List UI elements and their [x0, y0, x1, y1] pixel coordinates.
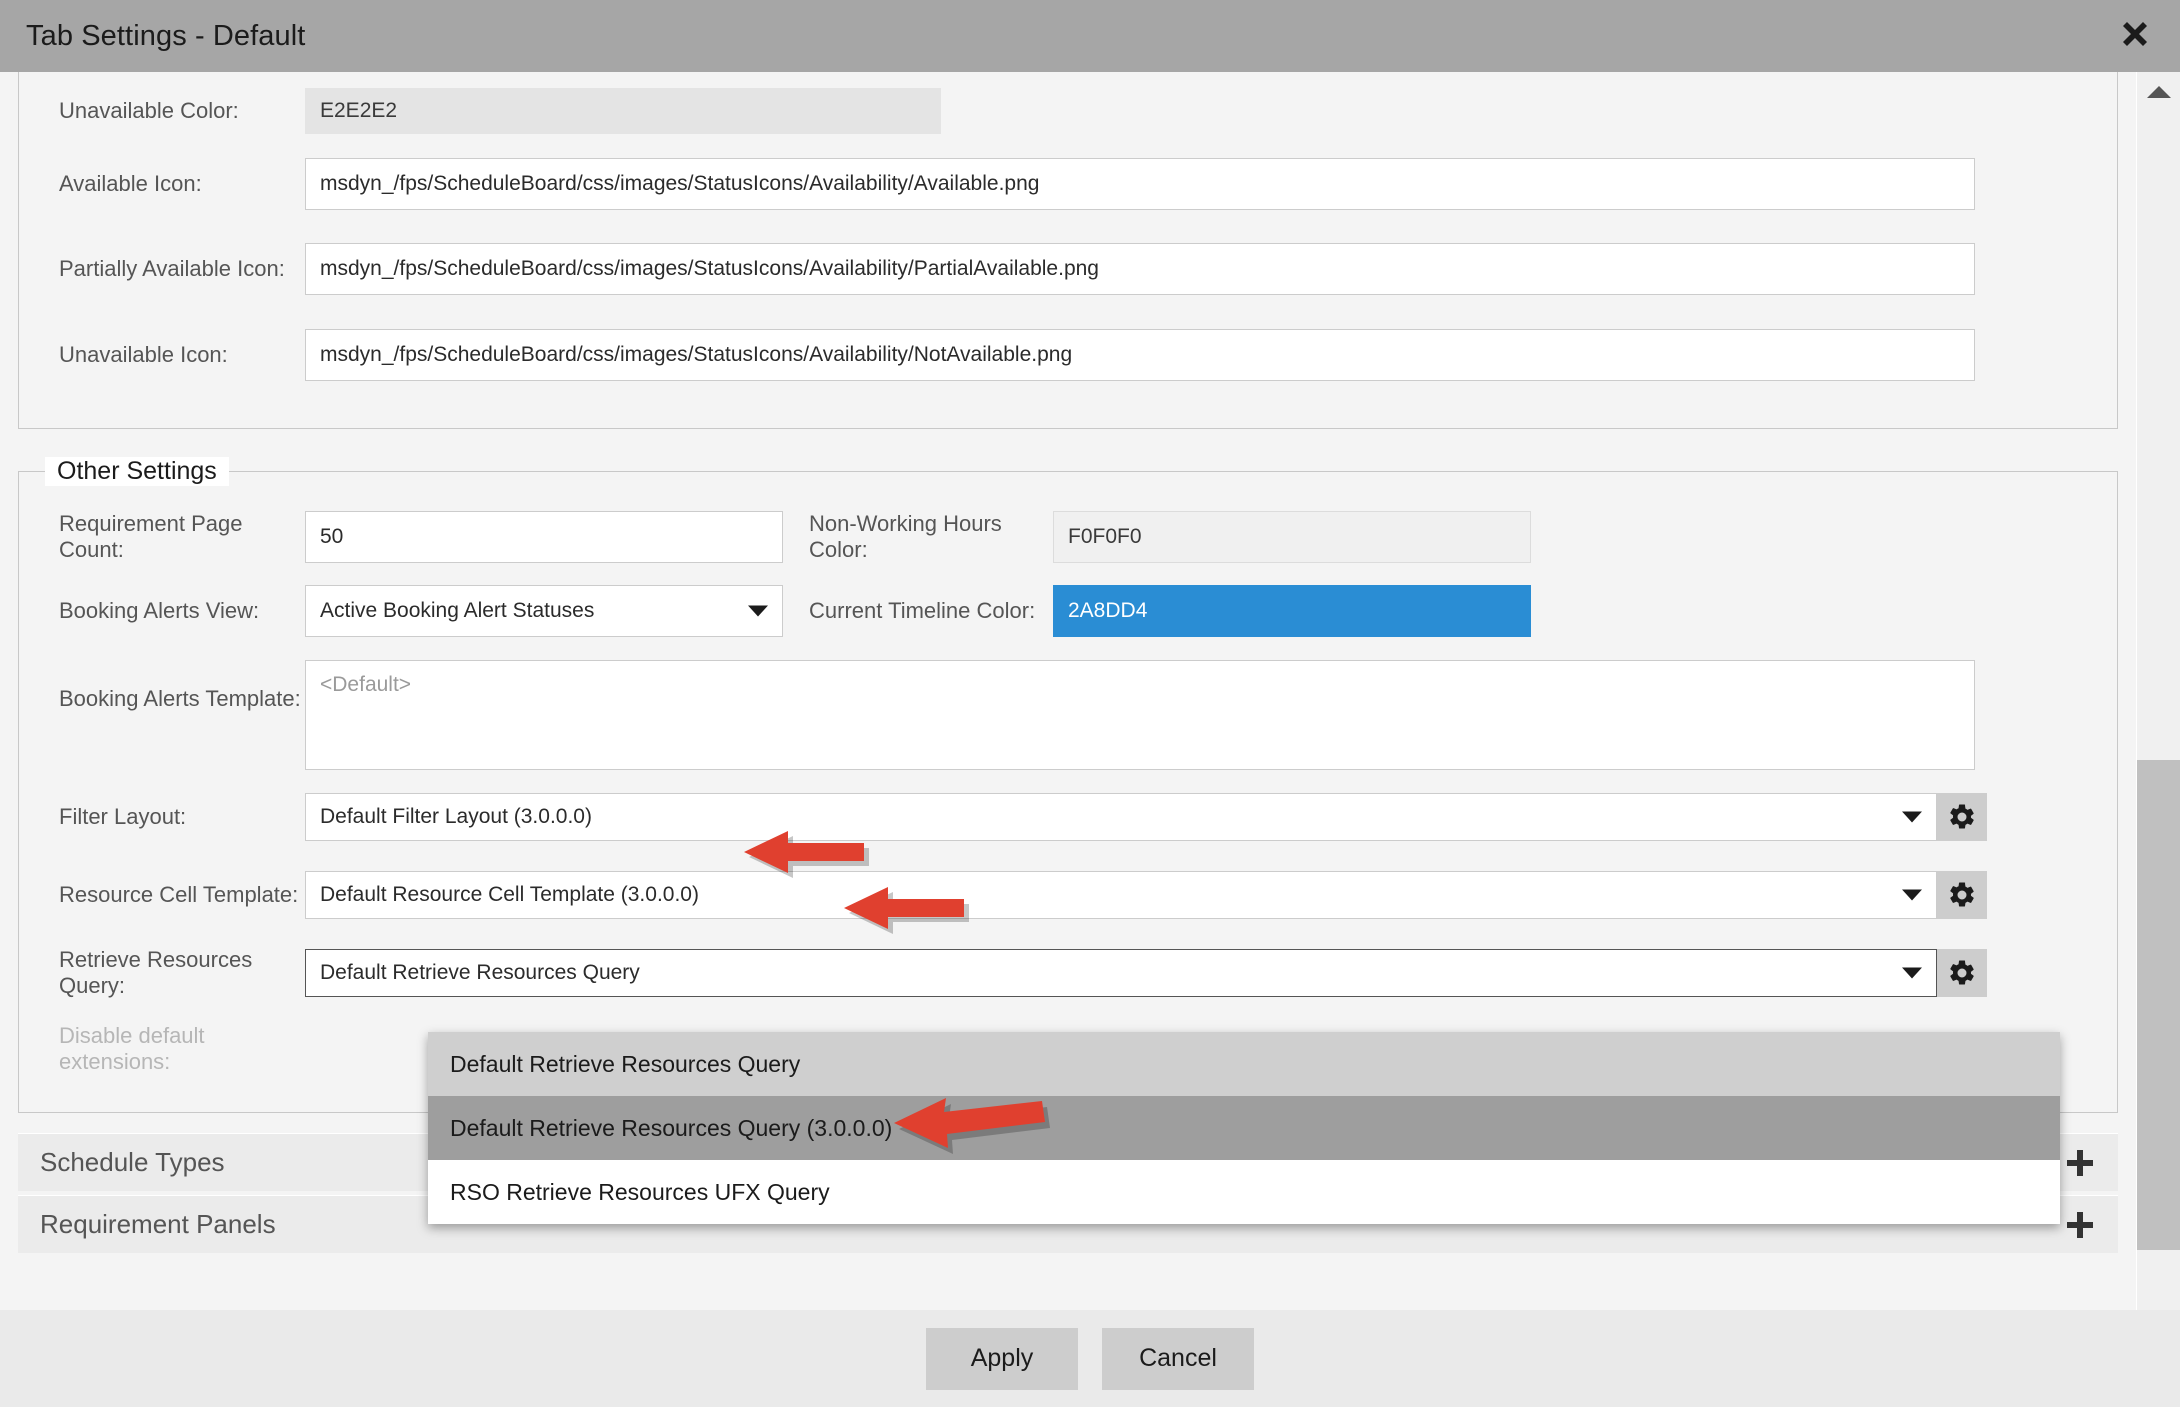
dropdown-option[interactable]: RSO Retrieve Resources UFX Query	[428, 1160, 2060, 1224]
gear-icon	[1950, 960, 1974, 985]
retrieve-resources-query-dropdown[interactable]: Default Retrieve Resources Query Default…	[428, 1032, 2060, 1224]
filter-layout-value: Default Filter Layout (3.0.0.0)	[320, 805, 592, 828]
booking-alerts-view-select[interactable]: Active Booking Alert Statuses	[305, 585, 783, 637]
available-icon-label: Available Icon:	[59, 171, 202, 196]
resource-cell-template-select[interactable]: Default Resource Cell Template (3.0.0.0)	[305, 871, 1937, 919]
available-icon-input[interactable]: msdyn_/fps/ScheduleBoard/css/images/Stat…	[305, 158, 1975, 210]
field-row-unavailable-icon: Unavailable Icon: msdyn_/fps/ScheduleBoa…	[19, 312, 2117, 398]
requirement-page-count-label: Requirement Page Count:	[59, 511, 243, 562]
field-row-partially-available-icon: Partially Available Icon: msdyn_/fps/Sch…	[19, 226, 2117, 312]
chevron-down-icon	[1902, 811, 1922, 823]
caret-up-icon	[2147, 86, 2171, 98]
retrieve-resources-query-select[interactable]: Default Retrieve Resources Query	[305, 949, 1937, 997]
booking-alerts-template-textarea[interactable]: <Default>	[305, 660, 1975, 770]
resource-cell-template-label: Resource Cell Template:	[59, 882, 299, 907]
resource-cell-template-settings-button[interactable]	[1937, 871, 1987, 919]
scrollbar-thumb[interactable]	[2137, 760, 2180, 1250]
booking-alerts-view-value: Active Booking Alert Statuses	[320, 599, 595, 622]
vertical-scrollbar[interactable]	[2136, 72, 2180, 1338]
unavailable-icon-input[interactable]: msdyn_/fps/ScheduleBoard/css/images/Stat…	[305, 329, 1975, 381]
partially-available-icon-input[interactable]: msdyn_/fps/ScheduleBoard/css/images/Stat…	[305, 243, 1975, 295]
title-bar: Tab Settings - Default	[0, 0, 2180, 72]
non-working-hours-color-label: Non-Working Hours Color:	[809, 511, 1002, 562]
field-row-filter-layout: Filter Layout: Default Filter Layout (3.…	[19, 778, 2117, 856]
retrieve-resources-query-settings-button[interactable]	[1937, 949, 1987, 997]
field-row-booking-alerts-view: Booking Alerts View: Active Booking Aler…	[19, 574, 2117, 648]
unavailable-color-label: Unavailable Color:	[59, 98, 239, 123]
field-row-requirement-page-count: Requirement Page Count: 50 Non-Working H…	[19, 500, 2117, 574]
non-working-hours-color-input[interactable]: F0F0F0	[1053, 511, 1531, 563]
close-icon[interactable]	[2116, 17, 2154, 55]
booking-alerts-view-label: Booking Alerts View:	[59, 598, 260, 623]
field-row-available-icon: Available Icon: msdyn_/fps/ScheduleBoard…	[19, 142, 2117, 226]
filter-layout-label: Filter Layout:	[59, 804, 187, 829]
availability-section: Unavailable Color: E2E2E2 Available Icon…	[18, 72, 2118, 429]
current-timeline-color-input[interactable]: 2A8DD4	[1053, 585, 1531, 637]
dialog-footer: Apply Cancel	[0, 1310, 2180, 1407]
cancel-button[interactable]: Cancel	[1102, 1327, 1254, 1390]
other-settings-section: Other Settings Requirement Page Count: 5…	[18, 457, 2118, 1113]
field-row-unavailable-color: Unavailable Color: E2E2E2	[19, 80, 2117, 142]
chevron-down-icon	[1902, 889, 1922, 901]
dropdown-option[interactable]: Default Retrieve Resources Query	[428, 1032, 2060, 1096]
dropdown-option[interactable]: Default Retrieve Resources Query (3.0.0.…	[428, 1096, 2060, 1160]
retrieve-resources-query-label: Retrieve Resources Query:	[59, 947, 253, 998]
plus-icon	[2067, 1211, 2093, 1238]
scroll-up-button[interactable]	[2137, 72, 2180, 112]
chevron-down-icon	[1902, 967, 1922, 979]
unavailable-icon-label: Unavailable Icon:	[59, 342, 228, 367]
field-row-retrieve-resources-query: Retrieve Resources Query: Default Retrie…	[19, 934, 2117, 1012]
chevron-down-icon	[748, 605, 768, 617]
plus-icon	[2067, 1149, 2093, 1176]
partially-available-icon-label: Partially Available Icon:	[59, 256, 285, 281]
field-row-booking-alerts-template: Booking Alerts Template: <Default>	[19, 648, 2117, 778]
current-timeline-color-label: Current Timeline Color:	[809, 598, 1036, 623]
dialog-title: Tab Settings - Default	[26, 19, 306, 52]
gear-icon	[1950, 882, 1974, 907]
resource-cell-template-value: Default Resource Cell Template (3.0.0.0)	[320, 883, 699, 906]
requirement-panels-title: Requirement Panels	[40, 1209, 276, 1239]
tab-settings-dialog: Tab Settings - Default Unavailable Color…	[0, 0, 2180, 1407]
other-settings-legend: Other Settings	[45, 457, 229, 486]
requirement-page-count-input[interactable]: 50	[305, 511, 783, 563]
unavailable-color-input[interactable]: E2E2E2	[305, 88, 941, 134]
filter-layout-select[interactable]: Default Filter Layout (3.0.0.0)	[305, 793, 1937, 841]
field-row-resource-cell-template: Resource Cell Template: Default Resource…	[19, 856, 2117, 934]
disable-default-extensions-label: Disable default extensions:	[59, 1023, 205, 1074]
apply-button[interactable]: Apply	[926, 1327, 1078, 1390]
gear-icon	[1950, 804, 1974, 829]
filter-layout-settings-button[interactable]	[1937, 793, 1987, 841]
retrieve-resources-query-value: Default Retrieve Resources Query	[320, 961, 640, 984]
booking-alerts-template-label: Booking Alerts Template:	[59, 686, 301, 711]
schedule-types-title: Schedule Types	[40, 1147, 225, 1177]
